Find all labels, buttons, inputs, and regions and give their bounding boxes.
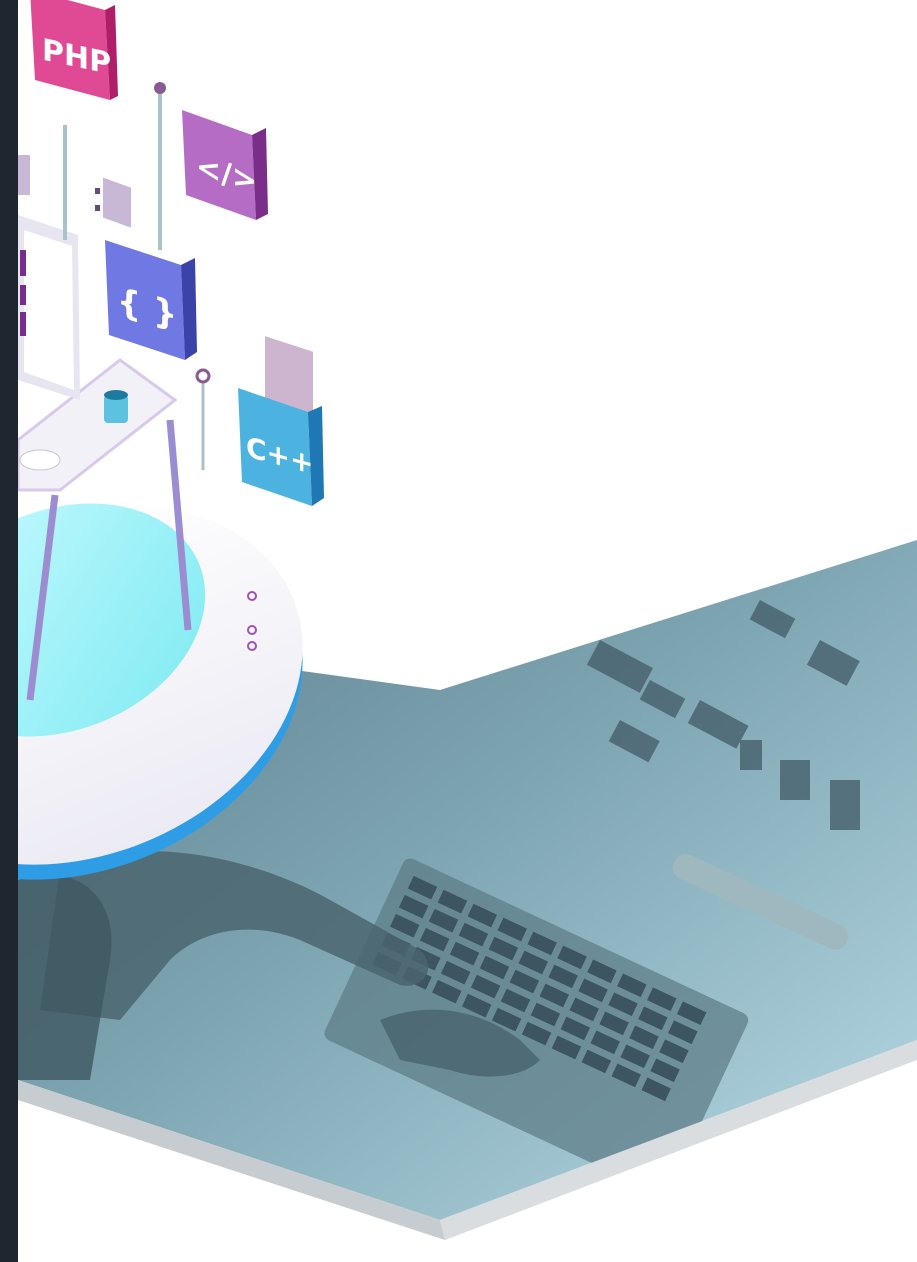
- php-badge-icon: PHP: [30, 0, 118, 100]
- code-tag-badge-icon: </>: [182, 110, 268, 220]
- hero-illustration: PHP </> { } C++: [18, 0, 917, 1262]
- braces-badge-icon: { }: [105, 240, 197, 360]
- illustration-canvas: PHP </> { } C++: [18, 0, 917, 1240]
- left-dark-rail: [0, 0, 18, 1262]
